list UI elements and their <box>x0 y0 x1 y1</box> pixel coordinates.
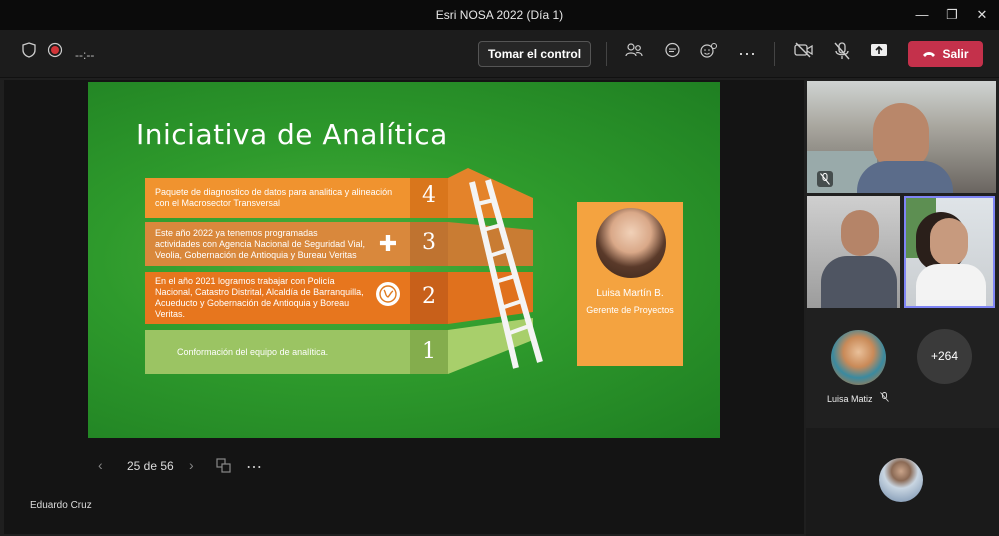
more-participants-button[interactable]: +264 <box>917 329 972 384</box>
slide-more-button[interactable]: ⋯ <box>246 457 262 477</box>
step-2-number: 2 <box>422 284 436 309</box>
participant-video-2[interactable] <box>807 196 900 308</box>
participant-shirt <box>916 264 986 306</box>
shield-icon[interactable] <box>17 42 41 66</box>
camera-off-icon[interactable] <box>792 42 816 66</box>
window-title: Esri NOSA 2022 (Día 1) <box>435 8 564 22</box>
chat-icon[interactable] <box>660 42 684 66</box>
speaker-photo <box>596 208 666 278</box>
presenter-name: Eduardo Cruz <box>30 500 92 511</box>
step-1-text: Conformación del equipo de analítica. <box>177 346 329 357</box>
meeting-timer: --:-- <box>75 48 95 62</box>
participant-face <box>873 103 929 167</box>
leave-label: Salir <box>942 47 969 61</box>
globe-icon <box>376 282 400 306</box>
slide-counter: 25 de 56 <box>127 459 174 473</box>
speaker-card: Luisa Martín B. Gerente de Proyectos <box>577 202 683 366</box>
take-control-button[interactable]: Tomar el control <box>478 41 591 67</box>
mic-off-icon[interactable] <box>830 42 854 66</box>
participant-face <box>841 210 879 256</box>
participant-name-label: Luisa Matiz <box>827 392 889 404</box>
step-1-number: 1 <box>422 339 436 364</box>
slide-title: Iniciativa de Analítica <box>136 118 448 151</box>
minimize-button[interactable]: — <box>912 6 932 24</box>
step-2-text: En el año 2021 logramos trabajar con Pol… <box>155 276 364 319</box>
more-icon[interactable]: ⋯ <box>735 42 759 66</box>
meeting-toolbar: --:-- Tomar el control ⋯ Salir <box>0 30 999 78</box>
next-slide-button[interactable]: › <box>189 457 194 473</box>
step-3-box: Este año 2022 ya tenemos programadas act… <box>145 222 410 266</box>
phone-icon <box>922 41 936 67</box>
toolbar-divider <box>774 42 775 66</box>
participant-face <box>930 218 968 266</box>
self-view-avatar[interactable] <box>879 458 923 502</box>
shared-slide: Iniciativa de Analítica Paquete de diagn… <box>88 82 720 438</box>
close-button[interactable]: ✕ <box>972 6 992 24</box>
leave-button[interactable]: Salir <box>908 41 983 67</box>
mic-off-icon <box>880 392 889 404</box>
participant-avatar-luisa[interactable] <box>831 330 886 385</box>
slides-grid-icon[interactable] <box>216 458 232 476</box>
step-4-box: Paquete de diagnostico de datos para ana… <box>145 178 410 218</box>
step-3-number: 3 <box>422 230 436 255</box>
record-icon[interactable] <box>43 42 67 66</box>
puzzle-icon: ✚ <box>378 231 398 256</box>
title-bar: Esri NOSA 2022 (Día 1) — ❐ ✕ <box>0 0 999 30</box>
step-4-number: 4 <box>422 183 436 208</box>
step-1-box: Conformación del equipo de analítica. <box>145 330 410 374</box>
participant-name-text: Luisa Matiz <box>827 394 873 404</box>
prev-slide-button[interactable]: ‹ <box>98 457 103 473</box>
people-icon[interactable] <box>622 42 646 66</box>
participant-video-1[interactable] <box>807 81 996 193</box>
speaker-role: Gerente de Proyectos <box>586 305 674 315</box>
muted-mic-icon <box>817 171 833 187</box>
step-4-text: Paquete de diagnostico de datos para ana… <box>155 187 393 208</box>
step-2-box: En el año 2021 logramos trabajar con Pol… <box>145 272 410 324</box>
participant-video-3-active[interactable] <box>904 196 995 308</box>
toolbar-divider <box>606 42 607 66</box>
maximize-button[interactable]: ❐ <box>942 6 962 24</box>
participant-shirt <box>821 256 897 308</box>
ladder-illustration <box>469 179 543 369</box>
participant-shirt <box>857 161 953 193</box>
reactions-icon[interactable] <box>697 42 721 66</box>
step-3-text: Este año 2022 ya tenemos programadas act… <box>155 227 365 260</box>
share-icon[interactable] <box>867 42 891 66</box>
speaker-name: Luisa Martín B. <box>596 288 664 299</box>
